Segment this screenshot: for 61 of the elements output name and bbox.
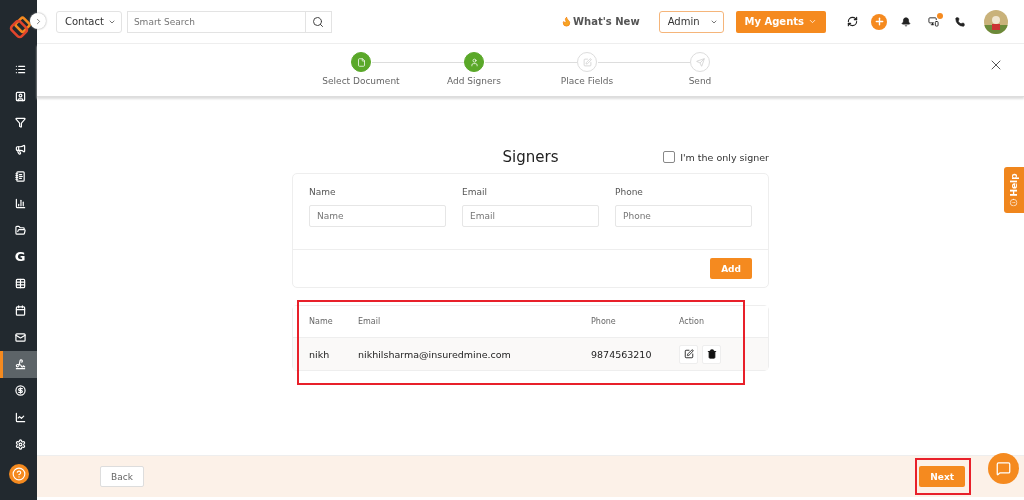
- table-cell-text: nikhilsharma@insuredmine.com: [358, 348, 512, 360]
- column-header: Name: [309, 317, 334, 326]
- table-cell-text: nikh: [309, 348, 331, 360]
- edit-icon: [683, 349, 694, 359]
- contact-select[interactable]: Contact: [56, 10, 122, 33]
- step-label: Place Fields: [560, 76, 614, 86]
- delete-button[interactable]: [702, 344, 721, 364]
- notebook-icon: [14, 171, 26, 183]
- trash-icon: [706, 349, 717, 359]
- role-select[interactable]: Admin: [658, 10, 724, 33]
- step-label: Select Document: [322, 76, 400, 86]
- column-header: Email: [358, 317, 382, 326]
- line-chart-icon: [14, 412, 26, 424]
- help-icon[interactable]: [8, 463, 29, 484]
- expand-icon[interactable]: [30, 13, 46, 29]
- table-cell-text: 9874563210: [591, 348, 653, 360]
- funnel-icon: [14, 117, 26, 129]
- list-icon: [14, 63, 26, 75]
- field-label: Phone: [615, 187, 644, 197]
- dollar-icon: [14, 385, 26, 397]
- folder-icon: [14, 224, 26, 236]
- table-icon: [14, 278, 26, 290]
- field-label: Name: [309, 187, 337, 197]
- input-field[interactable]: Name: [309, 205, 446, 227]
- input-field[interactable]: Email: [462, 205, 599, 227]
- only-signer-label: I'm the only signer: [680, 151, 769, 163]
- caret-icon: [808, 17, 817, 26]
- column-header: Action: [679, 317, 706, 326]
- only-signer-checkbox[interactable]: [663, 151, 676, 163]
- megaphone-icon: [14, 144, 26, 156]
- search-button[interactable]: [305, 10, 332, 33]
- flame-icon: [561, 16, 573, 27]
- bar-chart-icon: [14, 197, 26, 209]
- user-icon: [469, 57, 479, 67]
- edit-icon: [582, 57, 592, 67]
- sidebar-item[interactable]: G: [0, 243, 37, 271]
- step-label: Add Signers: [447, 76, 501, 86]
- send-icon: [695, 57, 705, 67]
- search-icon: [312, 15, 325, 28]
- question-icon: [11, 466, 26, 481]
- column-header: Phone: [591, 317, 617, 326]
- signature-icon: [14, 358, 26, 370]
- step-label: Send: [688, 76, 712, 86]
- devices-glyph-icon: [927, 16, 939, 27]
- input-field[interactable]: Phone: [615, 205, 752, 227]
- field-label: Email: [462, 187, 488, 197]
- file-icon: [356, 57, 366, 67]
- help-label: Help: [1009, 173, 1019, 197]
- contact-card-icon: [14, 90, 26, 102]
- sidebar-item[interactable]: [0, 350, 37, 378]
- edit-button[interactable]: [679, 344, 698, 364]
- signers-title: Signers: [502, 148, 559, 166]
- info-icon: [1010, 198, 1018, 207]
- highlight-frame: [915, 458, 971, 495]
- search-field[interactable]: Smart Search: [126, 10, 306, 33]
- calendar-icon: [14, 305, 26, 317]
- settings-icon: [14, 439, 26, 451]
- back-button[interactable]: Back: [100, 466, 144, 487]
- chat-bubble-icon: [996, 461, 1011, 476]
- whats-new-link[interactable]: What's New: [561, 16, 640, 27]
- mail-icon: [14, 331, 26, 343]
